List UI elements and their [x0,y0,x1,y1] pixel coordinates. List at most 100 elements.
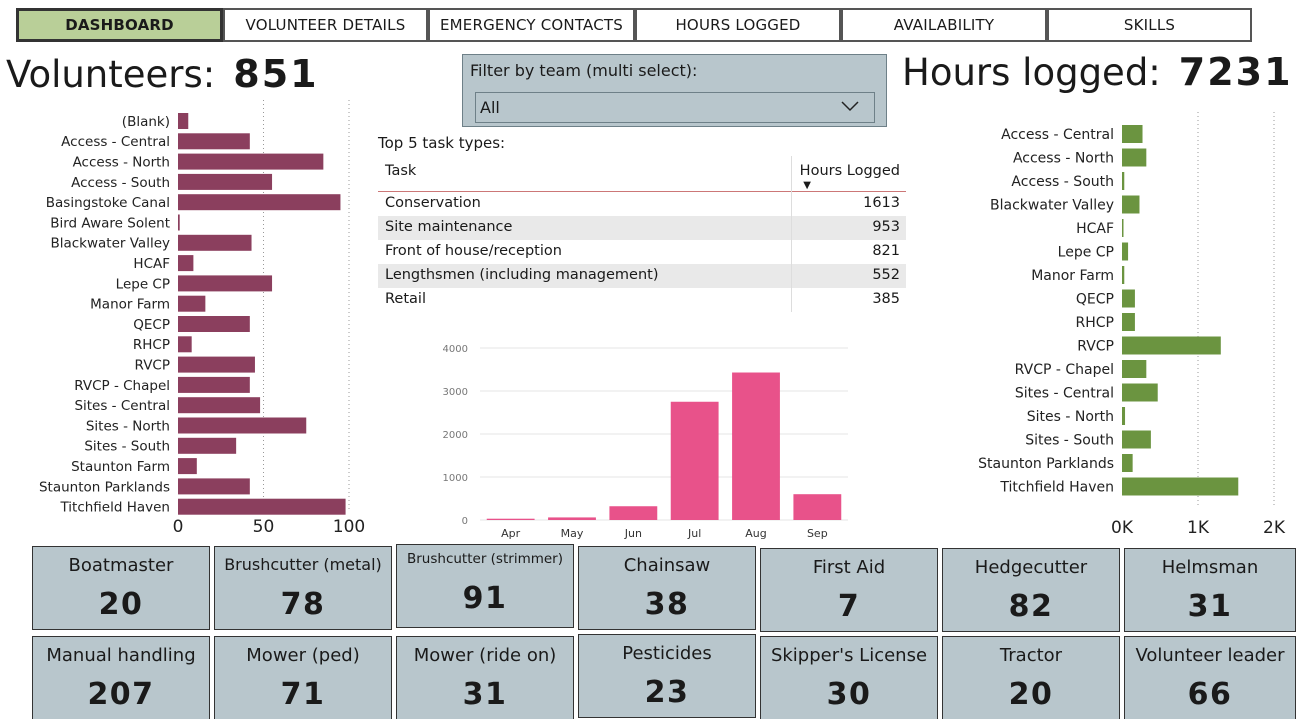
category-label: Manor Farm [90,297,170,313]
table-row[interactable]: Conservation 1613 [378,192,906,216]
category-label: Lepe CP [1058,245,1114,261]
category-label: Staunton Parklands [39,479,170,495]
bar [178,417,307,434]
table-row[interactable]: Site maintenance 953 [378,216,906,240]
skill-count: 38 [644,587,690,622]
bar [548,517,596,520]
tab-hours-logged[interactable]: HOURS LOGGED [635,8,841,42]
skill-card-boatmaster[interactable]: Boatmaster 20 [32,546,210,630]
skill-card-helmsman[interactable]: Helmsman 31 [1124,548,1296,632]
team-filter-title: Filter by team (multi select): [470,61,698,80]
bar [1122,172,1125,190]
column-header-task[interactable]: Task [385,163,416,179]
hours-cell: 821 [872,243,900,259]
bar [486,518,535,520]
top-tasks-table: Task Hours Logged ▼ Conservation 1613 Si… [378,156,906,312]
y-tick-label: 3000 [443,387,468,398]
skill-count: 71 [280,677,326,712]
category-label: QECP [133,317,170,333]
table-header: Task Hours Logged ▼ [378,156,906,192]
hours-cell: 953 [872,219,900,235]
skill-card-first-aid[interactable]: First Aid 7 [760,548,938,632]
skill-card-pesticides[interactable]: Pesticides 23 [578,634,756,718]
hours-count: 7231 [1178,50,1293,94]
table-row[interactable]: Front of house/reception 821 [378,240,906,264]
bar [178,295,206,312]
skill-name: Mower (ride on) [413,645,557,666]
bar [178,214,180,231]
skill-name: Brushcutter (metal) [224,555,382,574]
volunteers-count: 851 [233,52,319,96]
x-tick-label: Sep [807,527,828,540]
task-cell: Retail [385,291,426,307]
hours-cell: 552 [872,267,900,283]
skill-name: Pesticides [622,643,712,664]
category-label: Access - Central [61,134,170,150]
skill-card-volunteer-leader[interactable]: Volunteer leader 66 [1124,636,1296,719]
category-label: Access - Central [1001,127,1114,143]
category-label: Blackwater Valley [50,236,170,252]
skill-name: Mower (ped) [246,645,360,666]
category-label: Access - North [73,154,170,170]
skill-card-mower-ride-on[interactable]: Mower (ride on) 31 [396,636,574,719]
tab-skills[interactable]: SKILLS [1047,8,1252,42]
category-label: Sites - South [84,439,170,455]
skill-card-brushcutter-strimmer[interactable]: Brushcutter (strimmer) 91 [396,544,574,628]
sort-desc-icon: ▼ [803,180,811,191]
team-filter-dropdown[interactable]: All [475,92,875,123]
bar [178,437,237,454]
bar [178,153,324,170]
bar [1122,313,1135,331]
tab-dashboard[interactable]: DASHBOARD [16,8,223,42]
skill-count: 66 [1187,677,1233,712]
x-tick-label: Aug [745,527,766,540]
x-tick-label: Jul [687,527,701,540]
skill-name: Volunteer leader [1135,645,1285,666]
skill-card-skippers-license[interactable]: Skipper's License 30 [760,636,938,719]
y-tick-label: 1000 [443,473,468,484]
column-divider [791,156,792,312]
x-tick-label: Jun [624,527,642,540]
category-label: Titchfield Haven [59,500,170,516]
category-label: (Blank) [122,114,170,130]
bar [793,494,842,520]
category-label: Access - North [1013,151,1114,167]
tab-emergency-contacts[interactable]: EMERGENCY CONTACTS [428,8,635,42]
category-label: HCAF [1076,221,1114,237]
hours-label: Hours logged: [902,51,1161,94]
hours-cell: 385 [872,291,900,307]
category-label: QECP [1076,292,1114,308]
table-row[interactable]: Lengthsmen (including management) 552 [378,264,906,288]
bar [178,316,250,332]
bar [609,506,658,520]
skill-name: Boatmaster [68,555,174,576]
tab-availability[interactable]: AVAILABILITY [841,8,1047,42]
skill-card-manual-handling[interactable]: Manual handling 207 [32,636,210,719]
skill-name: First Aid [812,557,886,578]
skill-card-brushcutter-metal[interactable]: Brushcutter (metal) 78 [214,546,392,630]
bar [1122,195,1140,214]
category-label: RVCP [1077,339,1114,355]
category-label: Blackwater Valley [990,198,1114,214]
table-row[interactable]: Retail 385 [378,288,906,312]
column-header-hours[interactable]: Hours Logged [800,163,900,179]
bar [1122,266,1125,284]
bar [1122,336,1221,355]
bar [732,372,780,520]
skill-card-tractor[interactable]: Tractor 20 [942,636,1120,719]
skill-card-chainsaw[interactable]: Chainsaw 38 [578,546,756,630]
skill-card-hedgecutter[interactable]: Hedgecutter 82 [942,548,1120,632]
category-label: HCAF [133,256,170,272]
skill-name: Skipper's License [770,645,928,666]
bar [178,478,250,495]
y-tick-label: 0 [462,516,468,527]
bar [1122,454,1133,472]
skill-name: Manual handling [46,645,196,666]
skill-count: 30 [826,677,872,712]
skill-card-mower-ped[interactable]: Mower (ped) 71 [214,636,392,719]
tab-volunteer-details[interactable]: VOLUNTEER DETAILS [223,8,428,42]
tab-bar: DASHBOARD VOLUNTEER DETAILS EMERGENCY CO… [16,8,1252,42]
hours-cell: 1613 [863,195,900,211]
category-label: Sites - Central [1015,386,1114,402]
bar [1122,148,1147,167]
